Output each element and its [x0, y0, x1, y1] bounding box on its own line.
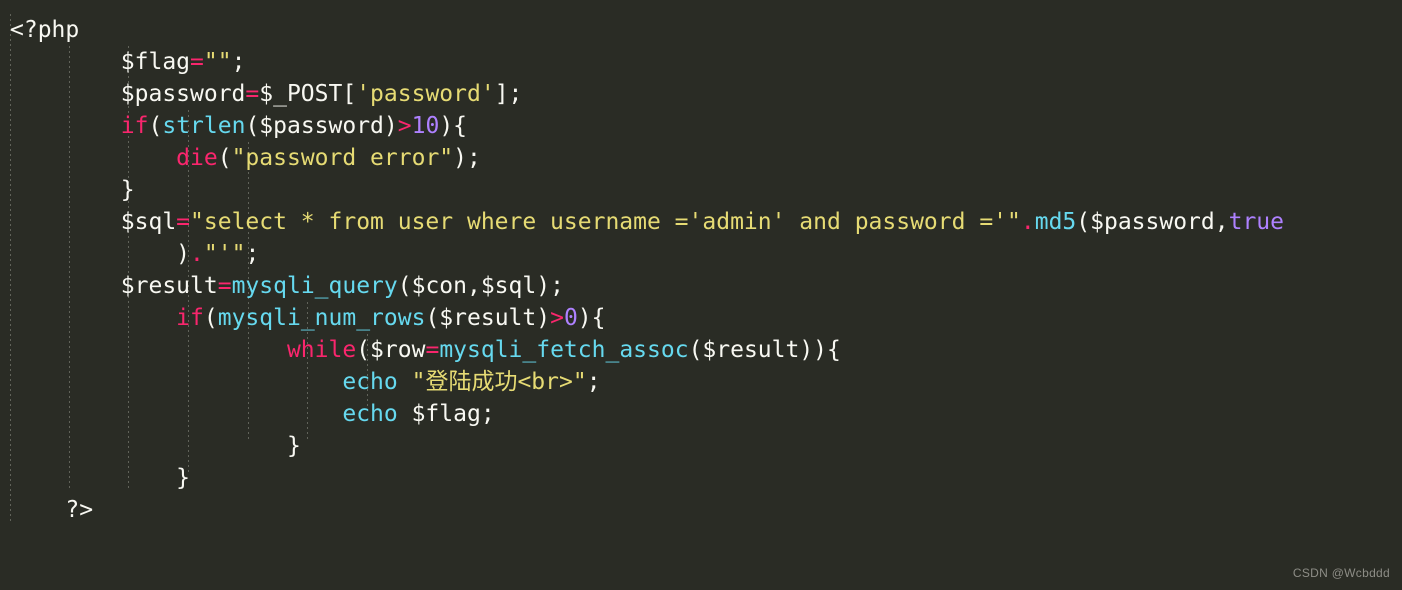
- code-editor[interactable]: <?php $flag=""; $password=$_POST['passwo…: [0, 0, 1402, 590]
- token-plain: (: [203, 305, 218, 331]
- token-num: 10: [411, 113, 440, 139]
- token-plain: }: [176, 465, 191, 491]
- code-line[interactable]: )."'";: [0, 238, 1402, 270]
- token-plain: ;: [245, 241, 260, 267]
- token-plain: (: [148, 113, 163, 139]
- token-fn: echo: [342, 369, 398, 395]
- token-str: "": [203, 49, 232, 75]
- token-kw: die: [176, 145, 218, 171]
- token-tag: ?>: [65, 497, 94, 523]
- code-line[interactable]: $sql="select * from user where username …: [0, 206, 1402, 238]
- csdn-watermark: CSDN @Wcbddd: [1292, 566, 1390, 580]
- token-op: .: [1020, 209, 1035, 235]
- token-plain: $flag: [120, 49, 191, 75]
- token-plain: ){: [577, 305, 606, 331]
- token-fn: mysqli_fetch_assoc: [439, 337, 689, 363]
- token-plain: ];: [494, 81, 523, 107]
- token-plain: ($password): [245, 113, 398, 139]
- token-plain: ($password,: [1076, 209, 1229, 235]
- token-fn: echo: [342, 401, 398, 427]
- code-line[interactable]: $result=mysqli_query($con,$sql);: [0, 270, 1402, 302]
- code-line[interactable]: }: [0, 430, 1402, 462]
- token-str: "select * from user where username ='adm…: [190, 209, 1021, 235]
- token-op: >: [397, 113, 412, 139]
- token-plain: ): [176, 241, 191, 267]
- token-fn: md5: [1034, 209, 1077, 235]
- token-plain: $result: [120, 273, 218, 299]
- token-plain: ;: [231, 49, 246, 75]
- token-plain: ($result)){: [688, 337, 841, 363]
- token-op: =: [425, 337, 440, 363]
- token-plain: }: [120, 177, 135, 203]
- code-line[interactable]: if(mysqli_num_rows($result)>0){: [0, 302, 1402, 334]
- token-plain: $flag;: [397, 401, 495, 427]
- token-plain: $sql: [120, 209, 177, 235]
- token-plain: ($row: [356, 337, 426, 363]
- token-op: .: [190, 241, 204, 267]
- code-line[interactable]: }: [0, 462, 1402, 494]
- code-line[interactable]: while($row=mysqli_fetch_assoc($result)){: [0, 334, 1402, 366]
- token-str: "登陆成功<br>": [411, 369, 587, 395]
- code-content[interactable]: <?php $flag=""; $password=$_POST['passwo…: [0, 0, 1402, 526]
- token-op: =: [245, 81, 260, 107]
- token-kw: while: [286, 337, 357, 363]
- token-plain: }: [286, 433, 301, 459]
- token-op: =: [190, 49, 204, 75]
- token-plain: (: [217, 145, 232, 171]
- token-num: true: [1228, 209, 1284, 235]
- token-fn: mysqli_num_rows: [217, 305, 426, 331]
- token-str: "'": [203, 241, 246, 267]
- token-op: >: [550, 305, 564, 331]
- token-str: 'password': [356, 81, 495, 107]
- token-op: =: [176, 209, 191, 235]
- token-fn: mysqli_query: [231, 273, 398, 299]
- code-line[interactable]: if(strlen($password)>10){: [0, 110, 1402, 142]
- token-str: "password error": [231, 145, 454, 171]
- token-num: 0: [563, 305, 578, 331]
- token-plain: $password: [120, 81, 246, 107]
- token-kw: if: [176, 305, 204, 331]
- code-line[interactable]: $password=$_POST['password'];: [0, 78, 1402, 110]
- code-line[interactable]: die("password error");: [0, 142, 1402, 174]
- token-tag: <?php: [10, 17, 80, 43]
- code-line[interactable]: <?php: [0, 14, 1402, 46]
- code-line[interactable]: echo "登陆成功<br>";: [0, 366, 1402, 398]
- code-line[interactable]: $flag="";: [0, 46, 1402, 78]
- token-fn: strlen: [162, 113, 246, 139]
- code-line[interactable]: ?>: [0, 494, 1402, 526]
- token-kw: if: [120, 113, 149, 139]
- token-plain: );: [453, 145, 481, 171]
- token-plain: ($result): [425, 305, 551, 331]
- token-plain: ($con,$sql);: [397, 273, 564, 299]
- token-op: =: [217, 273, 232, 299]
- code-line[interactable]: }: [0, 174, 1402, 206]
- token-plain: $_POST[: [259, 81, 357, 107]
- token-plain: ;: [586, 369, 601, 395]
- token-plain: ){: [439, 113, 468, 139]
- code-line[interactable]: echo $flag;: [0, 398, 1402, 430]
